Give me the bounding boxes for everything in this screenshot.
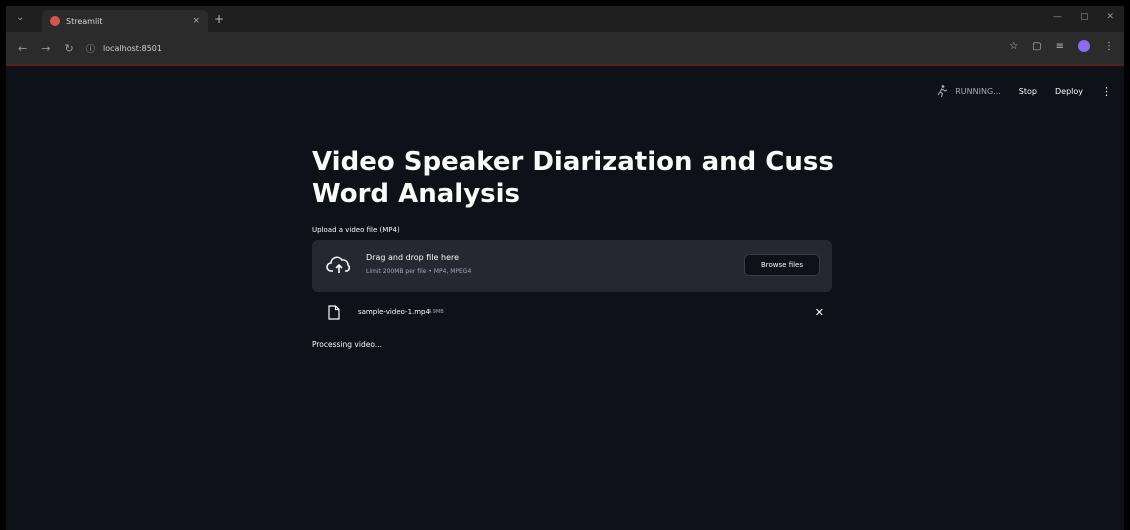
nav-buttons: ← → ↻ xyxy=(18,42,74,55)
browser-tab[interactable]: Streamlit × xyxy=(42,10,208,32)
bookmark-star-icon[interactable]: ☆ xyxy=(1009,41,1018,52)
cloud-upload-icon xyxy=(326,256,351,273)
processing-status: Processing video... xyxy=(312,340,382,349)
reading-list-icon[interactable]: ≡ xyxy=(1056,41,1064,52)
running-status: RUNNING... xyxy=(935,84,1001,98)
browser-toolbar: ← → ↻ ⓘ localhost:8501 ☆ ▢ ≡ ⋮ xyxy=(6,32,1124,66)
stop-button[interactable]: Stop xyxy=(1019,87,1037,96)
file-name: sample-video-1.mp4 xyxy=(358,308,430,316)
uploaded-file-row: sample-video-1.mp4 4.9MB ✕ xyxy=(312,304,838,324)
main-menu-icon[interactable]: ⋮ xyxy=(1101,85,1112,98)
site-info-icon[interactable]: ⓘ xyxy=(86,42,95,55)
file-dropzone[interactable]: Drag and drop file here Limit 200MB per … xyxy=(312,240,832,292)
back-icon[interactable]: ← xyxy=(18,42,27,55)
address-bar[interactable]: ⓘ localhost:8501 xyxy=(86,38,976,58)
extensions-icon[interactable]: ▢ xyxy=(1032,41,1041,52)
deploy-button[interactable]: Deploy xyxy=(1055,87,1083,96)
toolbar-actions: ☆ ▢ ≡ ⋮ xyxy=(1009,40,1114,52)
tab-strip: ⌄ Streamlit × + — ▢ ✕ xyxy=(6,6,1124,32)
app-header: RUNNING... Stop Deploy ⋮ xyxy=(935,84,1112,98)
running-status-text: RUNNING... xyxy=(955,86,1001,96)
dropzone-title: Drag and drop file here xyxy=(366,253,460,262)
streamlit-favicon-icon xyxy=(50,16,60,26)
browser-window: ⌄ Streamlit × + — ▢ ✕ ← → ↻ ⓘ localhost:… xyxy=(6,6,1124,530)
profile-avatar-icon[interactable] xyxy=(1078,40,1090,52)
main-content: Video Speaker Diarization and Cuss Word … xyxy=(312,146,838,349)
running-man-icon xyxy=(937,85,948,98)
maximize-button[interactable]: ▢ xyxy=(1080,12,1089,22)
tab-search-icon[interactable]: ⌄ xyxy=(16,12,24,23)
dropzone-limit-text: Limit 200MB per file • MP4, MPEG4 xyxy=(366,268,472,275)
reload-icon[interactable]: ↻ xyxy=(64,42,73,55)
tab-close-icon[interactable]: × xyxy=(192,16,200,26)
url-text: localhost:8501 xyxy=(103,43,162,53)
file-icon xyxy=(328,305,340,320)
file-size: 4.9MB xyxy=(428,309,444,315)
minimize-button[interactable]: — xyxy=(1053,12,1062,22)
close-window-button[interactable]: ✕ xyxy=(1106,12,1114,22)
browser-menu-icon[interactable]: ⋮ xyxy=(1104,41,1114,52)
window-controls: — ▢ ✕ xyxy=(1053,12,1114,22)
forward-icon[interactable]: → xyxy=(41,42,50,55)
new-tab-button[interactable]: + xyxy=(214,12,224,26)
browse-files-button[interactable]: Browse files xyxy=(744,254,820,276)
page-title: Video Speaker Diarization and Cuss Word … xyxy=(312,147,834,209)
tab-title: Streamlit xyxy=(66,16,103,26)
upload-label: Upload a video file (MP4) xyxy=(312,226,400,234)
remove-file-button[interactable]: ✕ xyxy=(815,306,824,319)
